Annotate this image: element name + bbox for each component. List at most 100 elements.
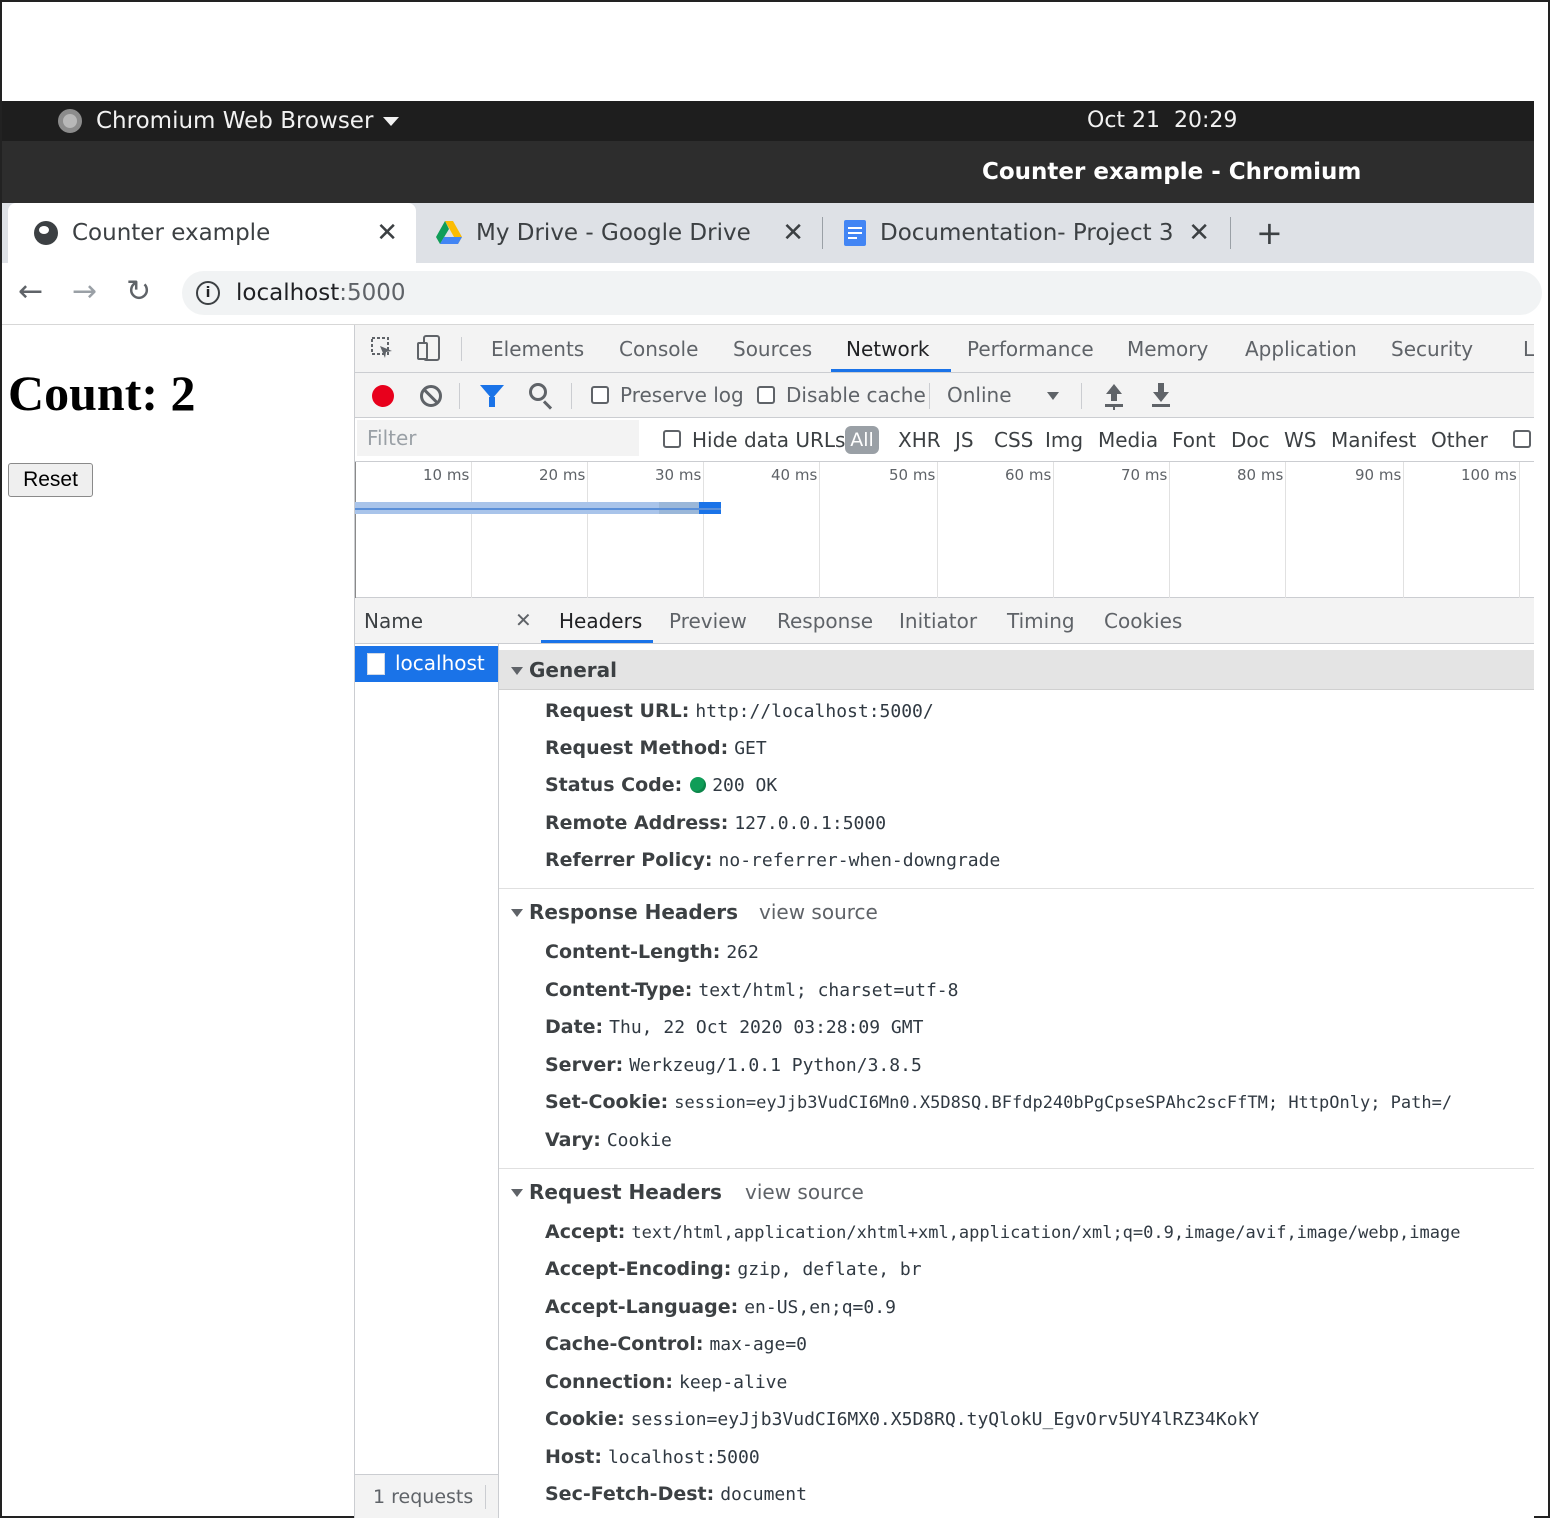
- forward-arrow-icon[interactable]: →: [72, 263, 97, 321]
- selected-detail-tab-indicator: [541, 640, 653, 643]
- close-tab-icon[interactable]: ✕: [376, 203, 398, 263]
- omnibox-url[interactable]: localhost:5000: [236, 271, 406, 315]
- tab-network[interactable]: Network: [846, 325, 930, 373]
- close-tab-icon[interactable]: ✕: [782, 203, 804, 263]
- header-value: max-age=0: [709, 1334, 808, 1355]
- overview-tick-label: 60 ms: [1005, 466, 1052, 484]
- tab-application[interactable]: Application: [1245, 325, 1357, 373]
- header-key: Request URL:: [545, 700, 690, 722]
- header-value: 200 OK: [712, 775, 778, 796]
- address-bar-row: ← → ↻ i localhost:5000: [2, 263, 1542, 325]
- section-request-headers-header[interactable]: Request Headers view source: [499, 1172, 1534, 1212]
- header-row: Vary: Cookie: [545, 1125, 672, 1155]
- tab-timing[interactable]: Timing: [1007, 598, 1075, 644]
- type-filter-font[interactable]: Font: [1172, 418, 1216, 462]
- header-key: Request Method:: [545, 737, 729, 759]
- export-har-icon-base: [1152, 404, 1170, 407]
- name-column-header[interactable]: Name: [355, 598, 499, 644]
- count-heading: Count: 2: [8, 365, 196, 421]
- system-clock[interactable]: Oct 21 20:29: [1087, 101, 1237, 141]
- omnibox[interactable]: i localhost:5000: [182, 271, 1542, 315]
- tab-elements[interactable]: Elements: [491, 325, 584, 373]
- view-source-link[interactable]: view source: [745, 1172, 864, 1212]
- close-detail-icon[interactable]: ✕: [515, 598, 532, 642]
- search-icon[interactable]: [529, 383, 547, 401]
- header-row: Date: Thu, 22 Oct 2020 03:28:09 GMT: [545, 1012, 923, 1042]
- overview-gridline: [819, 462, 820, 598]
- tab-counter-example[interactable]: Counter example ✕: [8, 203, 416, 263]
- header-row: Remote Address: 127.0.0.1:5000: [545, 808, 886, 838]
- disable-cache-checkbox[interactable]: [757, 386, 775, 404]
- close-tab-icon[interactable]: ✕: [1182, 203, 1210, 263]
- throttling-select[interactable]: Online: [947, 373, 1012, 418]
- tab-documentation[interactable]: Documentation- Project 3 ✕: [824, 203, 1228, 263]
- filter-icon[interactable]: [480, 385, 504, 407]
- header-key: Date:: [545, 1016, 604, 1038]
- type-filter-css[interactable]: CSS: [994, 418, 1033, 462]
- header-row: Accept: text/html,application/xhtml+xml,a…: [545, 1217, 1534, 1247]
- tab-security[interactable]: Security: [1391, 325, 1473, 373]
- inspect-element-icon[interactable]: [371, 337, 393, 359]
- import-har-icon[interactable]: [1105, 384, 1123, 406]
- request-row-localhost[interactable]: localhost: [355, 646, 498, 682]
- header-key: Accept:: [545, 1221, 626, 1243]
- tab-response[interactable]: Response: [777, 598, 873, 644]
- header-value: GET: [734, 738, 767, 759]
- overview-tick-label: 70 ms: [1121, 466, 1168, 484]
- back-arrow-icon[interactable]: ←: [18, 263, 43, 321]
- app-menu[interactable]: Chromium Web Browser: [58, 101, 400, 141]
- header-value: session=eyJjb3VudCI6Mn0.X5D8SQ.BFfdp240b…: [674, 1093, 1453, 1113]
- tab-headers[interactable]: Headers: [559, 598, 642, 644]
- header-row: Set-Cookie: session=eyJjb3VudCI6Mn0.X5D8S…: [545, 1087, 1534, 1117]
- tab-memory[interactable]: Memory: [1127, 325, 1208, 373]
- header-value: en-US,en;q=0.9: [744, 1297, 896, 1318]
- overview-tick-label: 100 ms: [1461, 466, 1517, 484]
- section-general-header[interactable]: General: [499, 650, 1534, 690]
- hide-data-urls-checkbox[interactable]: [663, 430, 681, 448]
- preserve-log-checkbox[interactable]: [591, 386, 609, 404]
- tab-sources[interactable]: Sources: [733, 325, 812, 373]
- header-value: session=eyJjb3VudCI6MX0.X5D8RQ.tyQlokU_E…: [630, 1409, 1260, 1430]
- new-tab-icon[interactable]: +: [1256, 203, 1283, 263]
- site-info-icon[interactable]: i: [196, 281, 220, 305]
- tab-cookies[interactable]: Cookies: [1104, 598, 1182, 644]
- type-filter-img[interactable]: Img: [1045, 418, 1083, 462]
- filter-input[interactable]: Filter: [357, 420, 639, 456]
- type-filter-other[interactable]: Other: [1431, 418, 1488, 462]
- blocked-requests-checkbox[interactable]: [1513, 430, 1531, 448]
- type-filter-manifest[interactable]: Manifest: [1331, 418, 1416, 462]
- overview-tick-label: 50 ms: [889, 466, 936, 484]
- type-filter-xhr[interactable]: XHR: [898, 418, 941, 462]
- overview-gridline: [1169, 462, 1170, 598]
- tab-title: My Drive - Google Drive: [476, 220, 751, 246]
- type-filter-media[interactable]: Media: [1098, 418, 1158, 462]
- tab-initiator[interactable]: Initiator: [899, 598, 977, 644]
- tab-preview[interactable]: Preview: [669, 598, 747, 644]
- type-filter-all[interactable]: All: [845, 426, 879, 454]
- reset-button[interactable]: Reset: [8, 463, 93, 497]
- record-icon[interactable]: [372, 385, 394, 407]
- export-har-icon[interactable]: [1152, 383, 1170, 405]
- tab-console[interactable]: Console: [619, 325, 698, 373]
- tab-performance[interactable]: Performance: [967, 325, 1094, 373]
- type-filter-ws[interactable]: WS: [1284, 418, 1316, 462]
- clear-icon[interactable]: [420, 385, 442, 407]
- type-filter-js[interactable]: JS: [955, 418, 974, 462]
- view-source-link[interactable]: view source: [759, 892, 878, 932]
- url-host: localhost: [236, 280, 340, 306]
- header-value: Thu, 22 Oct 2020 03:28:09 GMT: [609, 1017, 924, 1038]
- header-row: Cookie: session=eyJjb3VudCI6MX0.X5D8RQ.ty…: [545, 1404, 1259, 1434]
- tab-google-drive[interactable]: My Drive - Google Drive ✕: [418, 203, 822, 263]
- device-toolbar-icon[interactable]: [417, 335, 441, 361]
- reload-icon[interactable]: ↻: [126, 263, 151, 321]
- overview-tick-label: 20 ms: [539, 466, 586, 484]
- section-response-headers-header[interactable]: Response Headers view source: [499, 892, 1534, 932]
- import-har-icon-base: [1105, 404, 1123, 407]
- section-title: Request Headers: [529, 1180, 722, 1204]
- tab-divider: [1230, 217, 1231, 249]
- header-key: Content-Type:: [545, 979, 693, 1001]
- tab-overflow[interactable]: L: [1523, 325, 1534, 373]
- header-value: gzip, deflate, br: [737, 1259, 922, 1280]
- type-filter-doc[interactable]: Doc: [1231, 418, 1270, 462]
- network-overview[interactable]: 10 ms 20 ms 30 ms 40 ms 50 ms 60 ms 70 m…: [355, 462, 1534, 598]
